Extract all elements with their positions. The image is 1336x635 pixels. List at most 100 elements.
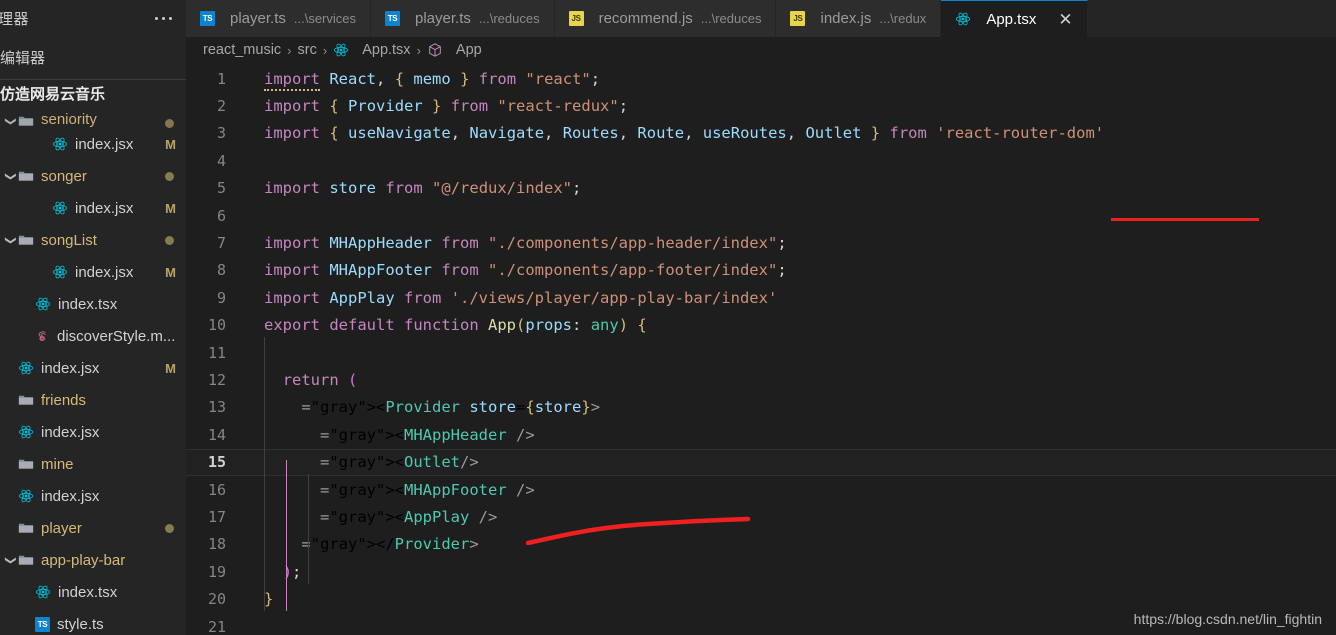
tree-file-row[interactable]: index.tsx [0, 576, 186, 608]
line-number: 3 [216, 124, 226, 143]
react-icon [52, 200, 68, 216]
chevron-down-icon[interactable]: ❯ [5, 115, 18, 129]
tree-folder-row[interactable]: ❯ songList [0, 224, 186, 256]
ts-icon: TS [35, 616, 50, 632]
tree-item-label: app-play-bar [41, 551, 126, 569]
tab-file-name: player.ts [230, 10, 286, 27]
tab-file-path: ...\redux [879, 11, 927, 26]
modified-badge: M [165, 136, 176, 152]
code-line[interactable]: 3 import { useNavigate, Navigate, Routes,… [186, 120, 1336, 147]
line-number: 13 [207, 398, 226, 417]
breadcrumb-item[interactable]: App.tsx [333, 42, 411, 58]
tree-item-label: index.jsx [75, 263, 134, 281]
breadcrumb-item[interactable]: react_music [203, 42, 281, 58]
code-line[interactable]: 17 ="gray"><AppPlay /> [186, 503, 1336, 530]
code-line[interactable]: 10 export default function App(props: any… [186, 312, 1336, 339]
editor-tab[interactable]: TS player.ts ...\services [186, 0, 371, 37]
code-line[interactable]: 18 ="gray"></Provider> [186, 531, 1336, 558]
code-line[interactable]: 19 ); [186, 558, 1336, 585]
code-line[interactable]: 2 import { Provider } from "react-redux"; [186, 92, 1336, 119]
tree-item-label: songList [41, 231, 97, 249]
breadcrumb-item[interactable]: App [427, 42, 482, 58]
line-number: 16 [207, 480, 226, 499]
tree-item-label: index.jsx [41, 423, 100, 441]
react-icon [333, 42, 349, 58]
editor-tab[interactable]: TS player.ts ...\reduces [371, 0, 555, 37]
line-number: 17 [207, 508, 226, 527]
tree-item-label: index.tsx [58, 295, 118, 313]
breadcrumb-label: App [455, 42, 482, 58]
file-tree[interactable]: ❯ seniority index.jsx M ❯ songer index.jsx M ❯ so… [0, 106, 186, 635]
editor-tab[interactable]: JS recommend.js ...\reduces [554, 0, 777, 37]
tree-folder-row[interactable]: friends [0, 384, 186, 416]
code-line[interactable]: 9 import AppPlay from './views/player/app… [186, 284, 1336, 311]
editor-tab[interactable]: JS index.js ...\redux [776, 0, 942, 37]
code-line-text: ="gray"><MHAppHeader /> [320, 425, 535, 444]
tree-folder-row[interactable]: mine [0, 448, 186, 480]
tree-file-row[interactable]: discoverStyle.m... [0, 320, 186, 352]
tab-file-name: index.js [820, 10, 872, 27]
ellipsis-icon[interactable] [155, 16, 176, 20]
chevron-down-icon[interactable]: ❯ [5, 553, 18, 567]
tree-folder-row[interactable]: player [0, 512, 186, 544]
close-icon[interactable]: ✕ [1058, 11, 1072, 28]
react-icon [18, 424, 34, 440]
line-number: 21 [207, 617, 226, 635]
indent-guide [264, 337, 265, 611]
tab-file-name: player.ts [415, 10, 471, 27]
code-line[interactable]: 20} [186, 586, 1336, 613]
code-line[interactable]: 15 ="gray"><Outlet/> [186, 448, 1336, 476]
code-line[interactable]: 11 [186, 339, 1336, 366]
line-number: 15 [207, 453, 226, 472]
line-number: 12 [207, 371, 226, 390]
chevron-down-icon[interactable]: ❯ [5, 169, 18, 183]
breadcrumb[interactable]: react_music › src › App.tsx › App [186, 37, 1336, 63]
tree-file-row[interactable]: index.jsx M [0, 352, 186, 384]
tree-folder-row[interactable]: ❯ seniority [0, 106, 186, 128]
code-line[interactable]: 7 import MHAppHeader from "./components/a… [186, 229, 1336, 256]
tree-file-row[interactable]: index.tsx [0, 288, 186, 320]
tree-file-row[interactable]: index.jsx [0, 416, 186, 448]
ts-icon: TS [200, 11, 215, 26]
tree-file-row[interactable]: index.jsx M [0, 256, 186, 288]
code-line[interactable]: 14 ="gray"><MHAppHeader /> [186, 421, 1336, 448]
code-line[interactable]: 8 import MHAppFooter from "./components/a… [186, 257, 1336, 284]
line-number: 8 [216, 261, 226, 280]
tab-file-path: ...\services [293, 11, 356, 26]
explorer-title: 理器 [0, 10, 30, 28]
code-line[interactable]: 16 ="gray"><MHAppFooter /> [186, 476, 1336, 503]
indent-guide-active [286, 460, 287, 611]
code-line[interactable]: 4 [186, 147, 1336, 174]
editor-tab[interactable]: App.tsx ✕ [941, 0, 1088, 37]
breadcrumb-item[interactable]: src [298, 42, 317, 58]
line-number: 4 [216, 151, 226, 170]
code-line[interactable]: 5 import store from "@/redux/index"; [186, 175, 1336, 202]
tree-folder-row[interactable]: ❯ app-play-bar [0, 544, 186, 576]
open-editors-section[interactable]: 编辑器 [0, 36, 186, 80]
project-root-title[interactable]: 仿造网易云音乐 [0, 80, 186, 106]
code-line[interactable]: 6 [186, 202, 1336, 229]
tree-file-row[interactable]: index.jsx M [0, 128, 186, 160]
breadcrumb-label: src [297, 42, 317, 58]
code-line[interactable]: 12 return ( [186, 366, 1336, 393]
chevron-down-icon[interactable]: ❯ [5, 233, 18, 247]
tree-file-row[interactable]: index.jsx M [0, 192, 186, 224]
line-number: 10 [207, 316, 226, 335]
modified-dot-icon [165, 171, 174, 181]
folder-icon [18, 457, 34, 471]
tab-file-name: recommend.js [598, 10, 693, 27]
tree-folder-row[interactable]: ❯ songer [0, 160, 186, 192]
open-editors-label: 编辑器 [0, 50, 46, 67]
code-line-text: import store from "@/redux/index"; [264, 179, 582, 198]
code-line[interactable]: 1 import React, { memo } from "react"; [186, 65, 1336, 92]
editor-tab-bar[interactable]: TS player.ts ...\services TS player.ts ...\re… [186, 0, 1336, 37]
tree-file-row[interactable]: TS style.ts [0, 608, 186, 635]
code-line-text: import { useNavigate, Navigate, Routes, … [264, 124, 1105, 143]
folder-icon [18, 521, 34, 535]
modified-badge: M [165, 264, 176, 280]
explorer-sidebar: 理器 编辑器 仿造网易云音乐 ❯ seniority index.jsx M ❯ song… [0, 0, 186, 635]
tree-file-row[interactable]: index.jsx [0, 480, 186, 512]
code-editor[interactable]: 21 20} 19 ); 18 ="gray"></Provider> 17 ="gra… [186, 63, 1336, 635]
line-number: 14 [207, 425, 226, 444]
code-line[interactable]: 13 ="gray"><Provider store={store}> [186, 394, 1336, 421]
